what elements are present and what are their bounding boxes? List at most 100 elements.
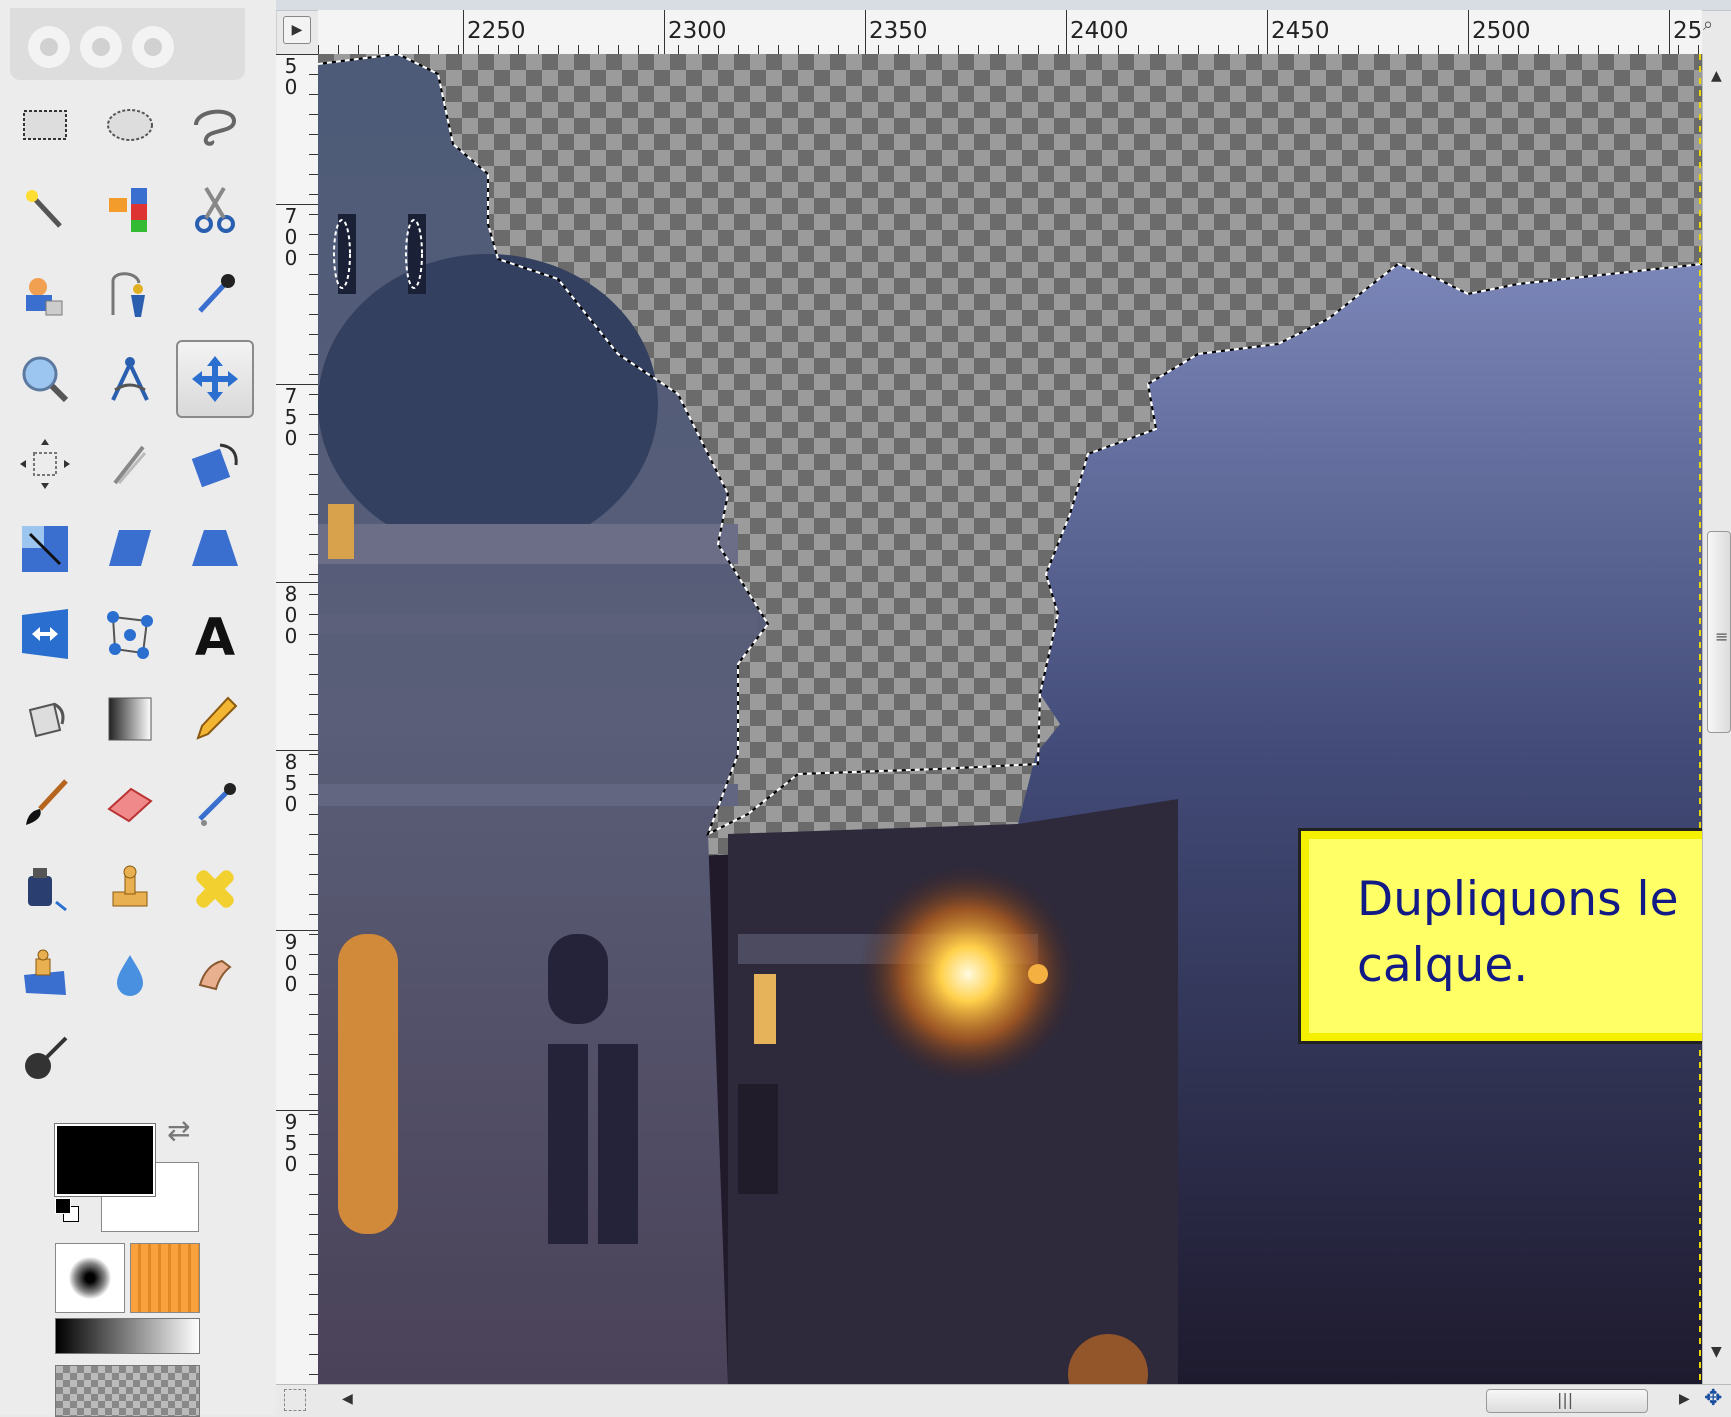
horizontal-scrollbar[interactable]: ◀ ||| ▶ ✥ xyxy=(276,1384,1731,1416)
ruler-tick xyxy=(538,45,539,54)
ruler-major-tick xyxy=(276,384,318,385)
rect-select-tool[interactable] xyxy=(6,85,84,163)
ruler-tick xyxy=(1418,45,1419,54)
ruler-tick xyxy=(309,174,318,175)
flip-tool[interactable] xyxy=(6,595,84,673)
bucket-fill-tool[interactable] xyxy=(6,680,84,758)
dodge-burn-tool[interactable] xyxy=(6,1020,84,1098)
ruler-label: 9 0 0 xyxy=(284,930,298,996)
cage-transform-tool[interactable] xyxy=(91,595,169,673)
zoom-image-icon[interactable]: ⌕ xyxy=(1703,14,1729,50)
shear-tool[interactable] xyxy=(91,510,169,588)
vertical-ruler[interactable]: 5 0 7 0 0 7 5 0 8 0 0 8 5 0 9 0 0 9 5 0 xyxy=(276,54,319,1384)
horizontal-ruler[interactable]: 2250 2300 2350 2400 2450 2500 255 xyxy=(318,10,1702,55)
pencil-tool[interactable] xyxy=(176,680,254,758)
quick-mask-toggle[interactable] xyxy=(284,1389,306,1411)
ruler-major-tick xyxy=(276,750,318,751)
foreground-select-tool[interactable] xyxy=(6,255,84,333)
ink-tool[interactable] xyxy=(6,850,84,928)
ruler-label: 5 0 xyxy=(284,54,298,99)
move-tool[interactable] xyxy=(176,340,254,418)
scroll-up-icon[interactable]: ▲ xyxy=(1711,68,1722,84)
text-tool[interactable]: A xyxy=(176,595,254,673)
ruler-label: 2500 xyxy=(1472,18,1531,44)
ruler-tick xyxy=(309,394,318,395)
ruler-tick xyxy=(738,45,739,54)
smudge-icon xyxy=(198,959,232,991)
ruler-tick xyxy=(309,874,318,875)
crop-tool[interactable] xyxy=(91,425,169,503)
vertical-scroll-thumb[interactable]: ≡ xyxy=(1707,531,1731,733)
horizontal-scroll-thumb[interactable]: ||| xyxy=(1486,1389,1648,1413)
measure-tool[interactable] xyxy=(91,340,169,418)
scroll-right-icon[interactable]: ▶ xyxy=(1679,1391,1690,1407)
ruler-tick xyxy=(309,434,318,435)
canvas-image xyxy=(318,54,1702,1384)
perspective-tool[interactable] xyxy=(176,510,254,588)
smudge-tool[interactable] xyxy=(176,935,254,1013)
ruler-tick xyxy=(858,45,859,54)
ruler-tick xyxy=(309,894,318,895)
ruler-tick xyxy=(309,1294,318,1295)
ruler-tick xyxy=(309,1014,318,1015)
navigate-icon[interactable]: ✥ xyxy=(1704,1386,1722,1411)
vertical-scrollbar[interactable]: ▲ ≡ ▼ xyxy=(1702,54,1731,1384)
ellipse-select-tool[interactable] xyxy=(91,85,169,163)
wilber-logo xyxy=(10,8,245,80)
ruler-tick xyxy=(309,1194,318,1195)
ruler-tick xyxy=(309,94,318,95)
ruler-tick xyxy=(309,534,318,535)
heal-tool[interactable] xyxy=(176,850,254,928)
ruler-tick xyxy=(309,574,318,575)
ruler-tick xyxy=(1618,45,1619,54)
ruler-tick xyxy=(309,994,318,995)
airbrush-tool[interactable] xyxy=(176,765,254,843)
ruler-tick xyxy=(918,45,919,54)
tutorial-callout: Dupliquons le calque. xyxy=(1298,828,1731,1044)
ruler-major-tick xyxy=(664,10,665,54)
rotate-tool[interactable] xyxy=(176,425,254,503)
eraser-tool[interactable] xyxy=(91,765,169,843)
perspective-clone-tool[interactable] xyxy=(6,935,84,1013)
image-selector[interactable] xyxy=(55,1365,200,1417)
zoom-tool[interactable] xyxy=(6,340,84,418)
pattern-selector[interactable] xyxy=(130,1243,200,1313)
scroll-down-icon[interactable]: ▼ xyxy=(1711,1344,1722,1360)
ruler-tick xyxy=(309,1174,318,1175)
image-menu-button[interactable]: ▶ xyxy=(283,16,311,44)
ruler-major-tick xyxy=(1066,10,1067,54)
gradient-selector[interactable] xyxy=(55,1318,200,1354)
ruler-tick xyxy=(309,854,318,855)
ruler-tick xyxy=(309,114,318,115)
align-tool[interactable] xyxy=(6,425,84,503)
select-by-color-tool[interactable] xyxy=(91,170,169,248)
ruler-tick xyxy=(309,214,318,215)
scissors-select-tool[interactable] xyxy=(176,170,254,248)
pencil-icon xyxy=(196,696,238,740)
paintbrush-tool[interactable] xyxy=(6,765,84,843)
scroll-left-icon[interactable]: ◀ xyxy=(342,1391,353,1407)
ruler-tick xyxy=(309,754,318,755)
free-select-tool[interactable] xyxy=(176,85,254,163)
default-colors-icon[interactable] xyxy=(55,1198,79,1222)
ruler-tick xyxy=(1438,45,1439,54)
ruler-tick xyxy=(1218,45,1219,54)
fuzzy-select-tool[interactable] xyxy=(6,170,84,248)
ruler-tick xyxy=(418,45,419,54)
clone-tool[interactable] xyxy=(91,850,169,928)
swap-colors-icon[interactable]: ⇄ xyxy=(167,1114,190,1147)
blend-tool[interactable] xyxy=(91,680,169,758)
ruler-tick xyxy=(309,474,318,475)
foreground-color-swatch[interactable] xyxy=(54,1123,156,1197)
ruler-tick xyxy=(778,45,779,54)
blur-sharpen-tool[interactable] xyxy=(91,935,169,1013)
ruler-tick xyxy=(718,45,719,54)
ruler-tick xyxy=(1698,45,1699,54)
ruler-tick xyxy=(318,45,319,54)
brush-selector[interactable] xyxy=(55,1243,125,1313)
image-canvas[interactable] xyxy=(318,54,1702,1384)
ruler-tick xyxy=(878,45,879,54)
color-picker-tool[interactable] xyxy=(176,255,254,333)
paths-tool[interactable] xyxy=(91,255,169,333)
scale-tool[interactable] xyxy=(6,510,84,588)
